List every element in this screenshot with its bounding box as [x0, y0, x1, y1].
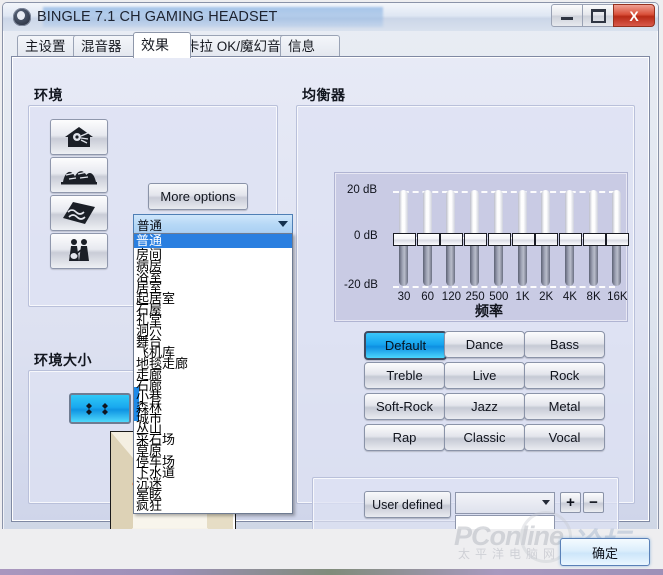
four-arrows-icon [86, 402, 108, 415]
axis-label-minus20: -20 dB [344, 279, 378, 291]
eq-frequency-label: 1K [515, 291, 530, 303]
eq-preset-vocal[interactable]: Vocal [524, 424, 605, 451]
eq-slider-250[interactable] [464, 190, 488, 287]
eq-slider-track-upper [422, 190, 432, 238]
dropdown-option[interactable]: 疯狂 [134, 499, 292, 512]
eq-slider-thumb[interactable] [606, 233, 630, 246]
eq-preset-metal[interactable]: Metal [524, 393, 605, 420]
title-bar: BINGLE 7.1 CH GAMING HEADSET X [3, 3, 658, 31]
tab-info[interactable]: 信息 [280, 35, 340, 58]
eq-preset-soft-rock[interactable]: Soft-Rock [364, 393, 445, 420]
eq-slider-500[interactable] [487, 190, 511, 287]
eq-preset-rap[interactable]: Rap [364, 424, 445, 451]
eq-slider-thumb[interactable] [511, 233, 535, 246]
axis-label-zero: 0 dB [354, 230, 378, 242]
eq-slider-thumb[interactable] [393, 233, 416, 246]
environment-preset-music-button[interactable] [50, 233, 108, 269]
eq-preset-rock[interactable]: Rock [524, 362, 605, 389]
eq-slider-thumb[interactable] [582, 233, 606, 246]
environment-preset-wave-button[interactable] [50, 195, 108, 231]
opera-house-icon [61, 171, 97, 185]
minimize-icon [561, 17, 573, 20]
eq-slider-track-upper [517, 190, 527, 238]
headset-icon [13, 8, 31, 26]
window-title: BINGLE 7.1 CH GAMING HEADSET [37, 9, 278, 25]
eq-frequency-label: 2K [539, 291, 554, 303]
wave-tile-icon [63, 202, 95, 224]
user-defined-button[interactable]: User defined [364, 491, 451, 518]
dropdown-option[interactable]: 普通 [134, 234, 292, 248]
chevron-down-icon [278, 221, 288, 227]
environment-size-button[interactable] [69, 393, 131, 424]
eq-slider-track-upper [612, 190, 622, 238]
maximize-icon [590, 8, 606, 23]
eq-frequency-label: 60 [421, 291, 435, 303]
eq-preset-classic[interactable]: Classic [444, 424, 525, 451]
eq-slider-track-upper [470, 190, 480, 238]
eq-slider-8k[interactable] [582, 190, 606, 287]
desktop-stripe [0, 569, 663, 575]
environment-select[interactable]: 普通 [133, 214, 293, 235]
window-frame: BINGLE 7.1 CH GAMING HEADSET X 主设置 混音器 效… [2, 2, 659, 553]
environment-size-title: 环境大小 [34, 352, 92, 368]
eq-preset-live[interactable]: Live [444, 362, 525, 389]
eq-slider-thumb[interactable] [558, 233, 582, 246]
eq-slider-thumb[interactable] [535, 233, 559, 246]
eq-slider-track-upper [541, 190, 551, 238]
eq-slider-track-upper [446, 190, 456, 238]
window-controls: X [551, 4, 655, 27]
more-options-button[interactable]: More options [148, 183, 248, 210]
tab-karaoke[interactable]: 卡拉 OK/魔幻音响 [178, 35, 294, 58]
equalizer-title: 均衡器 [302, 87, 346, 103]
frequency-axis-title: 频率 [475, 303, 503, 319]
eq-preset-dance[interactable]: Dance [444, 331, 525, 358]
eq-slider-1k[interactable] [511, 190, 535, 287]
user-defined-select[interactable] [455, 492, 555, 514]
eq-slider-120[interactable] [440, 190, 464, 287]
eq-frequency-label: 4K [562, 291, 577, 303]
eq-slider-track-upper [564, 190, 574, 238]
eq-frequency-label: 16K [607, 291, 628, 303]
eq-slider-thumb[interactable] [440, 233, 464, 246]
eq-slider-thumb[interactable] [416, 233, 440, 246]
close-button[interactable]: X [613, 4, 655, 27]
house-speaker-icon [65, 127, 93, 147]
minimize-button[interactable] [551, 4, 583, 27]
eq-slider-thumb[interactable] [487, 233, 511, 246]
eq-slider-60[interactable] [416, 190, 440, 287]
eq-slider-2k[interactable] [535, 190, 559, 287]
effects-page: 环境 More options 普通 普通 房间 病房 浴室 居室 起居室 石屋… [11, 56, 650, 553]
environment-preset-hall-button[interactable] [50, 157, 108, 193]
eq-preset-default[interactable]: Default [364, 331, 447, 360]
remove-preset-button[interactable]: − [583, 492, 604, 513]
eq-preset-treble[interactable]: Treble [364, 362, 445, 389]
ok-button[interactable]: 确定 [560, 538, 650, 566]
eq-slider-thumb[interactable] [464, 233, 488, 246]
add-preset-button[interactable]: + [560, 492, 581, 513]
equalizer-panel: 20 dB 0 dB -20 dB 30 60 120 250 500 1K 2K 4K 8K 1… [334, 172, 630, 322]
musicians-icon [69, 239, 89, 261]
application-window: BINGLE 7.1 CH GAMING HEADSET X 主设置 混音器 效… [0, 0, 663, 575]
eq-frequency-label: 30 [397, 291, 411, 303]
eq-frequency-label: 8K [586, 291, 601, 303]
eq-slider-track-upper [493, 190, 503, 238]
eq-slider-track-upper [399, 190, 408, 238]
environment-dropdown-list[interactable]: 普通 房间 病房 浴室 居室 起居室 石屋 礼堂 洞穴 舞台 飞机库 地毯走廊 走廊 石廊 小巷 森林 城市 丛山… [133, 233, 293, 514]
environment-select-value: 普通 [137, 219, 163, 233]
tab-strip: 主设置 混音器 效果 卡拉 OK/魔幻音响 信息 [3, 31, 658, 58]
eq-slider-4k[interactable] [558, 190, 582, 287]
axis-label-plus20: 20 dB [347, 184, 378, 196]
eq-preset-jazz[interactable]: Jazz [444, 393, 525, 420]
eq-slider-track-upper [588, 190, 598, 238]
maximize-button[interactable] [582, 4, 614, 27]
eq-slider-30[interactable] [393, 190, 416, 287]
eq-frequency-label: 120 [441, 291, 461, 303]
chevron-down-icon [542, 500, 550, 505]
eq-preset-bass[interactable]: Bass [524, 331, 605, 358]
tab-effects[interactable]: 效果 [133, 32, 191, 58]
environment-title: 环境 [34, 87, 63, 103]
eq-slider-16k[interactable] [606, 190, 630, 287]
environment-preset-house-button[interactable] [50, 119, 108, 155]
